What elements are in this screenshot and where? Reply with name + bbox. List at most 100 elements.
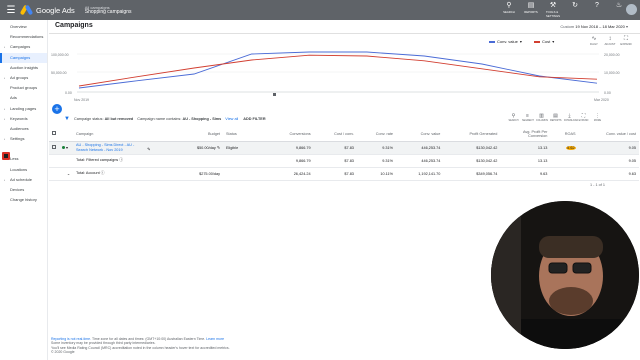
campaign-cell[interactable]: AU - Shopping - Sims Direct - AU - Searc… [73, 141, 183, 155]
table-tool-more[interactable]: ⋮ MORE [592, 113, 603, 122]
col-conv-value[interactable]: Conv. value [396, 127, 444, 142]
sidebar-item[interactable]: Devices [0, 185, 47, 195]
add-campaign-button[interactable]: + [52, 104, 62, 114]
campaign-link[interactable]: AU - Shopping - Sims Direct - AU - Searc… [76, 143, 146, 152]
sidebar-item[interactable]: Recommendations [0, 32, 47, 42]
table-tool-columns[interactable]: ▥ COLUMNS [536, 113, 548, 122]
budget-cell: $275.00/day [183, 167, 223, 181]
profit-cell: $130,042.42 [443, 154, 501, 168]
status-filter-chip[interactable]: Campaign status: All but removed [74, 117, 133, 121]
sidebar-bullet-icon: • [4, 106, 6, 111]
table-tool-search[interactable]: ⚲ SEARCH [508, 113, 519, 122]
sidebar-item[interactable]: • Settings [0, 134, 47, 144]
help-button[interactable]: ? [590, 2, 604, 18]
footer-learn-more-link[interactable]: Learn more [206, 337, 224, 341]
col-campaign[interactable]: Campaign [73, 127, 183, 142]
sidebar-item[interactable]: • Keywords [0, 114, 47, 124]
footer: Reporting is not real-time. Time zone fo… [51, 337, 230, 354]
date-range-label: Custom [560, 24, 575, 29]
chart-expand-button[interactable]: ⛶ EXPAND [619, 36, 633, 46]
sidebar-item-label: Campaigns [10, 54, 31, 60]
search-tool-button[interactable]: ⚲ SEARCH [502, 2, 516, 18]
col-status[interactable]: Status [223, 127, 268, 142]
col-budget[interactable]: Budget [183, 127, 223, 142]
sidebar-bullet-icon: • [4, 116, 6, 121]
conv-value-cell: 1,192,141.70 [396, 167, 444, 181]
table-tool-download[interactable]: ⤓ DOWNLOAD [564, 113, 579, 122]
sidebar-item-label: Locations [10, 166, 28, 172]
filter-icon[interactable]: ▼ [64, 116, 70, 122]
col-profit[interactable]: Profit Generated [443, 127, 501, 142]
select-all-header[interactable] [49, 127, 59, 142]
google-ads-logo[interactable]: Google Ads [19, 4, 75, 16]
footer-mrc: You'll see Media Rating Council (MRC) ac… [51, 345, 230, 350]
breadcrumb[interactable]: All campaigns Shopping campaigns [85, 5, 132, 15]
sidebar-item-label: Overview [10, 24, 27, 29]
status-cell [223, 154, 268, 168]
sidebar-item[interactable]: • Campaigns [0, 42, 47, 52]
sidebar-item[interactable]: Audiences [0, 124, 47, 134]
sidebar-item[interactable]: Locations [0, 165, 47, 175]
sidebar-item[interactable]: Auction insights [0, 63, 47, 73]
row-checkbox-cell[interactable] [49, 141, 59, 155]
notifications-button[interactable]: ♨ [612, 2, 626, 18]
sidebar-item-label: Product groups [10, 85, 38, 91]
sidebar-item[interactable]: Overview [0, 22, 47, 32]
chart-daily-button[interactable]: ∿ DAILY [587, 36, 601, 46]
sidebar-item[interactable]: Ads [0, 93, 47, 103]
table-tool-segment[interactable]: ≡ SEGMENT [522, 113, 534, 122]
tools-settings-button[interactable]: ⚒ TOOLS & SETTINGS [546, 2, 560, 18]
help-icon[interactable]: ⓘ [101, 171, 105, 175]
table-row[interactable]: ▾ AU - Shopping - Sims Direct - AU - Sea… [49, 141, 639, 155]
view-all-link[interactable]: View all [225, 117, 238, 121]
col-conv-rate[interactable]: Conv. rate [356, 127, 397, 142]
name-filter-chip[interactable]: Campaign name contains: AU - Shopping - … [137, 117, 221, 121]
sidebar-item[interactable]: Change history [0, 195, 47, 205]
date-range-picker[interactable]: Custom 19 Nov 2018 – 18 Mar 2020 ▾ [560, 24, 628, 29]
sidebar-item[interactable]: Product groups [0, 83, 47, 93]
y-tick-right-0: 20,000.00 [604, 53, 620, 57]
budget-edit-icon[interactable]: ✎ [217, 146, 220, 150]
col-conversions[interactable]: Conversions [268, 127, 314, 142]
metric1-swatch [489, 40, 495, 43]
budget-cell [183, 154, 223, 168]
chart-range-handle[interactable] [273, 93, 276, 96]
menu-icon[interactable]: ☰ [0, 5, 22, 16]
col-avg-profit[interactable]: Avg. Profit Per Conversion [500, 127, 551, 142]
help-icon[interactable]: ⓘ [119, 158, 123, 162]
avatar[interactable] [626, 4, 637, 15]
table-tool-label: DOWNLOAD [564, 119, 579, 122]
chart-adjust-button[interactable]: ↕ ADJUST [603, 36, 617, 46]
refresh-button[interactable]: ↻ [568, 2, 582, 18]
budget-cell[interactable]: $50.00/day ✎ [183, 141, 223, 155]
expand-cell[interactable]: ⌄ [59, 167, 73, 181]
search-icon: ⚲ [506, 2, 512, 9]
col-cvc[interactable]: Conv. value / cost [578, 127, 639, 142]
reports-tool-button[interactable]: ▤ REPORTS [524, 2, 538, 18]
edit-pencil-icon[interactable]: ✎ [147, 148, 150, 152]
roas-cell [550, 167, 579, 181]
col-roas[interactable]: ROAS [550, 127, 579, 142]
sidebar-item[interactable]: • Ad schedule [0, 175, 47, 185]
col-cost-conv[interactable]: Cost / conv. [313, 127, 357, 142]
table-tool-expand[interactable]: ⛶ EXPAND [578, 113, 589, 122]
y-tick-left-2: 0.00 [65, 91, 72, 95]
row-checkbox[interactable] [52, 145, 56, 149]
select-all-checkbox[interactable] [52, 131, 56, 136]
sidebar-item-label: Recommendations [10, 34, 44, 40]
chart-controls: Conv. value ▾ Cost ▾ ∿ DAILY ↕ ADJUST ⛶ … [49, 35, 640, 47]
status-dot-cell[interactable]: ▾ [59, 141, 73, 155]
metric2-dropdown[interactable]: Cost ▾ [534, 39, 554, 44]
metric1-dropdown[interactable]: Conv. value ▾ [489, 39, 522, 44]
sidebar-item-label: Less [10, 156, 19, 162]
cvc-cell: 9.63 [578, 167, 639, 181]
help-icon: ? [595, 2, 599, 9]
chevron-down-icon[interactable]: ⌄ [67, 172, 70, 176]
sidebar-item[interactable]: • Landing pages [0, 104, 47, 114]
add-filter-button[interactable]: ADD FILTER [243, 117, 265, 121]
table-tool-reports[interactable]: ▤ REPORTS [550, 113, 562, 122]
total-account-label: Total: Account ⓘ [73, 167, 183, 181]
sidebar-item[interactable]: • Ad groups [0, 73, 47, 83]
date-range-value: 19 Nov 2018 – 18 Mar 2020 [575, 24, 625, 29]
sidebar-item[interactable]: Campaigns [0, 52, 47, 63]
